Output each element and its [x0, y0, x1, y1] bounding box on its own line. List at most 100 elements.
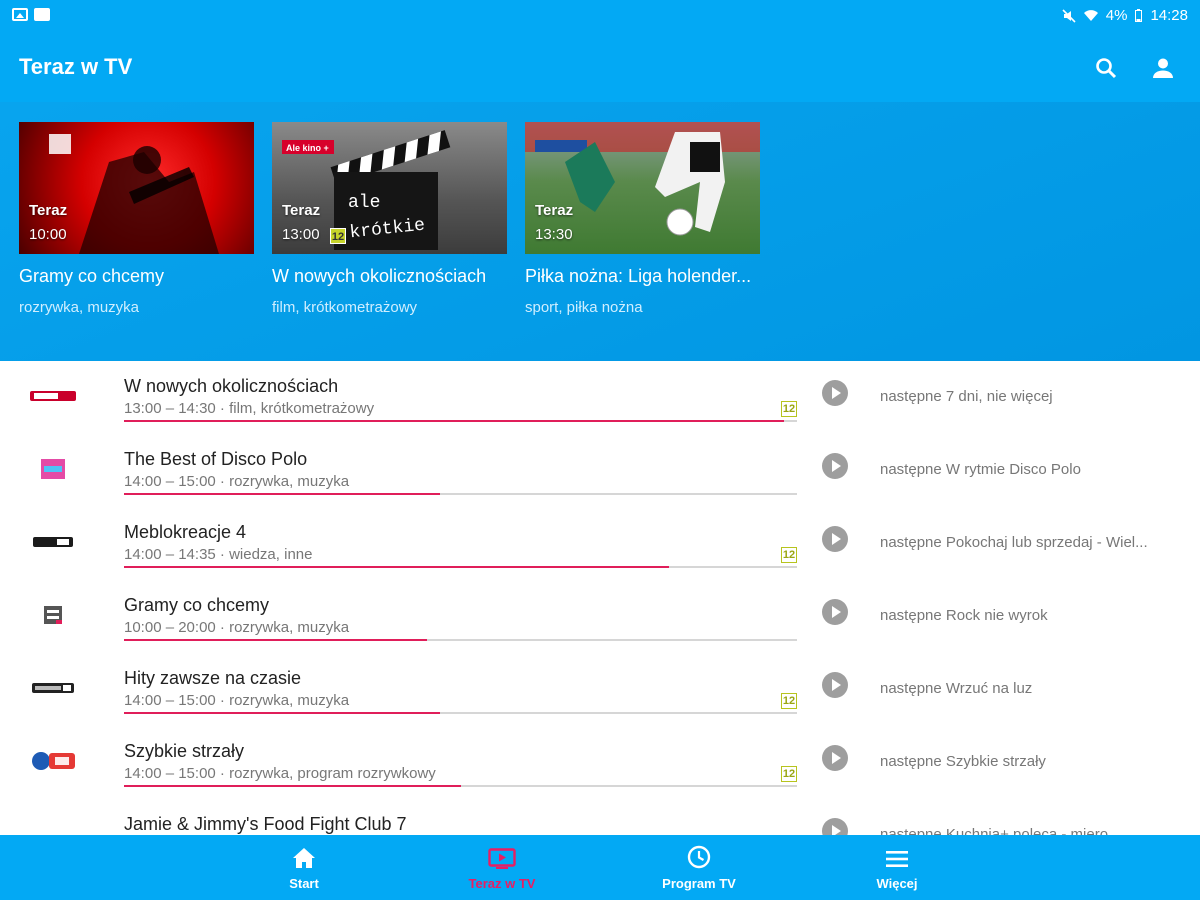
featured-card[interactable]: ale krótkie Ale kino + Teraz 13:00 12 W … — [272, 122, 507, 316]
age-rating-badge: 12 — [781, 547, 797, 563]
progress-fill — [124, 566, 670, 568]
featured-thumbnail: Teraz 13:30 — [525, 122, 760, 254]
start-time: 13:00 — [282, 226, 320, 243]
featured-genre: film, krótkometrażowy — [272, 299, 418, 316]
clock-icon — [687, 845, 711, 869]
play-button[interactable] — [822, 818, 848, 835]
program-title: W nowych okolicznościach — [124, 376, 339, 396]
tv-logo — [28, 748, 78, 774]
program-title: Szybkie strzały — [124, 741, 245, 761]
next-program: następne Rock nie wyrok — [880, 607, 1048, 624]
channel-logo — [28, 529, 78, 555]
page-title: Teraz w TV — [19, 54, 133, 79]
nav-label: Więcej — [876, 876, 918, 891]
start-time: 13:30 — [535, 226, 573, 243]
battery-percent: 4% — [1105, 7, 1128, 24]
featured-title: Piłka nożna: Liga holender... — [525, 266, 752, 286]
tv-icon — [488, 848, 516, 869]
featured-thumbnail: ale krótkie Ale kino + Teraz 13:00 12 — [272, 122, 507, 254]
program-title: The Best of Disco Polo — [124, 449, 308, 469]
program-time-genre: 13:00 – 14:30 · film, krótkometrażowy — [124, 400, 375, 417]
progress-bar — [124, 420, 797, 422]
now-label: Teraz — [535, 202, 574, 219]
search-icon — [1096, 58, 1117, 79]
next-program: następne Pokochaj lub sprzedaj - Wiel... — [880, 534, 1148, 551]
nav-wiecej[interactable]: Więcej — [807, 835, 987, 900]
program-time-genre: 10:00 – 20:00 · rozrywka, muzyka — [124, 619, 350, 636]
progress-bar — [124, 712, 797, 714]
app-bar: Teraz w TV — [0, 34, 1200, 102]
disco-polo-logo — [28, 456, 78, 482]
progress-fill — [124, 493, 441, 495]
program-time-genre: 14:00 – 15:00 · rozrywka, program rozryw… — [124, 765, 436, 782]
featured-title: Gramy co chcemy — [19, 266, 165, 286]
program-row[interactable]: Meblokreacje 4 14:00 – 14:35 · wiedza, i… — [0, 507, 1200, 580]
play-button[interactable] — [822, 745, 848, 771]
account-button[interactable] — [1148, 53, 1178, 83]
play-button[interactable] — [822, 526, 848, 552]
next-program: następne Wrzuć na luz — [880, 680, 1033, 697]
ale-kino-logo — [28, 383, 78, 409]
nav-program-tv[interactable]: Program TV — [609, 835, 789, 900]
program-row[interactable]: Hity zawsze na czasie 14:00 – 15:00 · ro… — [0, 653, 1200, 726]
image-notification-icon — [12, 8, 28, 21]
menu-icon — [886, 851, 908, 867]
music-channel-logo — [28, 602, 78, 628]
next-program: następne W rytmie Disco Polo — [880, 461, 1081, 478]
program-row[interactable]: W nowych okolicznościach 13:00 – 14:30 ·… — [0, 361, 1200, 434]
featured-card[interactable]: Teraz 10:00 Gramy co chcemy rozrywka, mu… — [19, 122, 254, 316]
program-list[interactable]: W nowych okolicznościach 13:00 – 14:30 ·… — [0, 361, 1200, 835]
nav-label: Teraz w TV — [468, 876, 536, 891]
next-program: następne Szybkie strzały — [880, 753, 1046, 770]
play-button[interactable] — [822, 453, 848, 479]
progress-fill — [124, 712, 441, 714]
nav-label: Program TV — [662, 876, 736, 891]
now-label: Teraz — [29, 202, 68, 219]
progress-fill — [124, 420, 784, 422]
clapper-text-1: ale — [348, 193, 380, 213]
now-label: Teraz — [282, 202, 321, 219]
featured-thumbnail: Teraz 10:00 — [19, 122, 254, 254]
progress-fill — [124, 639, 427, 641]
progress-bar — [124, 785, 797, 787]
kuchnia-logo — [28, 821, 78, 835]
start-time: 10:00 — [29, 226, 67, 243]
program-row[interactable]: Gramy co chcemy 10:00 – 20:00 · rozrywka… — [0, 580, 1200, 653]
program-title: Jamie & Jimmy's Food Fight Club 7 — [124, 814, 407, 834]
program-time-genre: 14:00 – 15:00 · rozrywka, muzyka — [124, 692, 350, 709]
status-bar: 4% 14:28 — [0, 0, 1200, 34]
featured-genre: rozrywka, muzyka — [19, 299, 140, 316]
music-channel-logo — [28, 675, 78, 701]
program-time-genre: 14:00 – 14:35 · wiedza, inne — [124, 546, 313, 563]
featured-card[interactable]: Teraz 13:30 Piłka nożna: Liga holender..… — [525, 122, 760, 316]
search-button[interactable] — [1091, 53, 1121, 83]
program-title: Meblokreacje 4 — [124, 522, 247, 542]
battery-icon — [1135, 9, 1143, 22]
wifi-icon — [1083, 10, 1098, 21]
age-rating-badge: 12 — [781, 693, 797, 709]
home-icon — [293, 848, 315, 868]
message-notification-icon — [34, 8, 50, 21]
nav-start[interactable]: Start — [214, 835, 394, 900]
program-title: Hity zawsze na czasie — [124, 668, 302, 688]
play-button[interactable] — [822, 599, 848, 625]
play-button[interactable] — [822, 380, 848, 406]
nav-teraz-w-tv[interactable]: Teraz w TV — [412, 835, 592, 900]
nav-label: Start — [289, 876, 319, 891]
featured-genre: sport, piłka nożna — [525, 299, 643, 316]
program-row[interactable]: The Best of Disco Polo 14:00 – 15:00 · r… — [0, 434, 1200, 507]
age-rating-badge: 12 — [330, 228, 346, 244]
progress-bar — [124, 566, 797, 568]
age-rating-badge: 12 — [781, 401, 797, 417]
progress-bar — [124, 493, 797, 495]
featured-title: W nowych okolicznościach — [272, 266, 487, 286]
clock-time: 14:28 — [1150, 7, 1188, 24]
program-title: Gramy co chcemy — [124, 595, 270, 615]
program-row[interactable]: Szybkie strzały 14:00 – 15:00 · rozrywka… — [0, 726, 1200, 799]
progress-bar — [124, 639, 797, 641]
user-icon — [1153, 58, 1173, 78]
bottom-navigation: Start Teraz w TV Program TV Więcej — [0, 835, 1200, 900]
featured-section: Teraz 10:00 Gramy co chcemy rozrywka, mu… — [0, 102, 1200, 361]
play-button[interactable] — [822, 672, 848, 698]
program-row[interactable]: Jamie & Jimmy's Food Fight Club 7 następ… — [0, 799, 1200, 835]
